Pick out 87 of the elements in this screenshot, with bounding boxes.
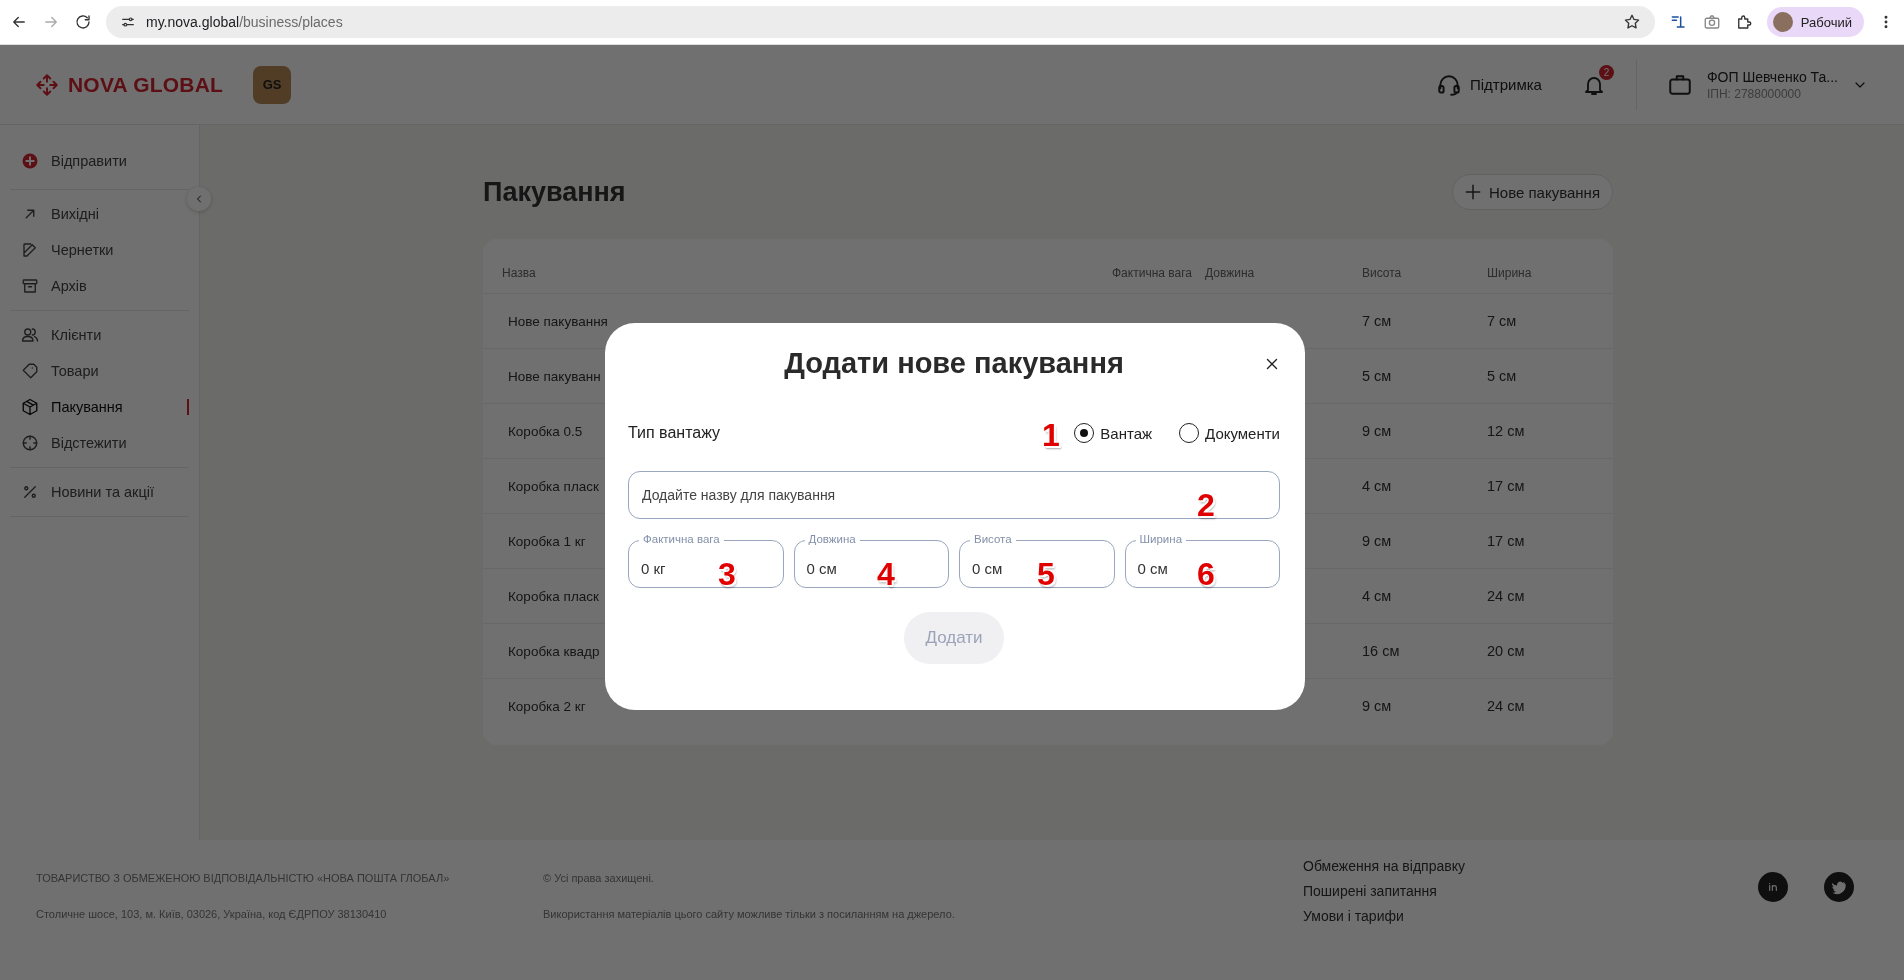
avatar-icon bbox=[1772, 12, 1793, 32]
callout-number: 2 bbox=[1197, 488, 1215, 522]
callout-number: 5 bbox=[1037, 557, 1055, 591]
crosshair-icon bbox=[21, 434, 39, 452]
logo-arrows-icon bbox=[34, 71, 60, 98]
table-cell: 5 см bbox=[1362, 368, 1392, 384]
column-header: Довжина bbox=[1205, 266, 1255, 280]
plus-circle-icon bbox=[21, 152, 39, 170]
footer-link[interactable]: Обмеження на відправку bbox=[1303, 858, 1465, 874]
sidebar-item[interactable]: Товари bbox=[10, 353, 189, 389]
table-cell: 16 см bbox=[1362, 643, 1400, 659]
column-header: Фактична вага bbox=[1112, 266, 1192, 280]
notification-badge: 2 bbox=[1598, 64, 1614, 80]
radio-option[interactable]: Вантаж bbox=[1074, 423, 1153, 443]
bird-glyph-icon bbox=[1831, 879, 1847, 895]
sidebar-item[interactable]: Архів bbox=[10, 268, 189, 304]
table-cell: 9 см bbox=[1362, 698, 1392, 714]
table-cell: 24 см bbox=[1487, 698, 1525, 714]
field-label: Фактична вага bbox=[639, 532, 724, 546]
sidebar-item[interactable]: Клієнти bbox=[10, 317, 189, 353]
table-cell-text: Нове пакування bbox=[507, 313, 608, 329]
callout-number: 4 bbox=[877, 557, 895, 591]
field-label: Ширина bbox=[1135, 532, 1187, 546]
linkedin-icon[interactable] bbox=[1758, 872, 1788, 902]
company-name: ТОВАРИСТВО З ОБМЕЖЕНОЮ ВІДПОВІДАЛЬНІСТЮ «НОВА ПОШТА ГЛОБАЛ» bbox=[36, 872, 451, 884]
column-header: Висота bbox=[1362, 266, 1402, 280]
table-cell-text: Коробка 1 кг bbox=[507, 533, 586, 549]
table-cell-text: Нове пакуванн bbox=[507, 368, 601, 384]
logo[interactable]: NOVA GLOBAL bbox=[34, 71, 224, 98]
table-cell-text: Коробка 0.5 bbox=[507, 423, 583, 439]
footer-link[interactable]: Умови і тарифи bbox=[1303, 908, 1465, 924]
sidebar-item[interactable]: Новини та акції bbox=[10, 474, 189, 510]
support-link[interactable]: Підтримка bbox=[1435, 71, 1542, 98]
archive-box-icon bbox=[21, 277, 39, 295]
table-cell-text: Коробка квадр bbox=[507, 643, 600, 659]
partner-badge[interactable]: GS bbox=[253, 65, 292, 104]
table-cell-text: Коробка пласк bbox=[507, 478, 599, 494]
table-cell: 7 см bbox=[1487, 313, 1517, 329]
dialog-title: Додати нове пакування bbox=[783, 346, 1125, 381]
callout-number: 6 bbox=[1197, 557, 1215, 591]
column-header: Назва bbox=[502, 266, 536, 280]
table-cell: 5 см bbox=[1487, 368, 1517, 384]
new-package-button[interactable]: Нове пакування bbox=[1452, 174, 1613, 210]
reload-icon bbox=[74, 13, 92, 31]
radio-option[interactable]: Документи bbox=[1179, 423, 1280, 443]
footer-link[interactable]: Поширені запитання bbox=[1303, 883, 1465, 899]
table-cell: 4 см bbox=[1362, 588, 1392, 604]
people-icon bbox=[21, 326, 39, 344]
cargo-type-label: Тип вантажу bbox=[628, 424, 722, 442]
sidebar-item[interactable]: Вихідні bbox=[10, 196, 189, 232]
sidebar-item[interactable]: Пакування bbox=[10, 389, 189, 425]
site-settings-icon bbox=[120, 14, 136, 30]
table-cell: 4 см bbox=[1362, 478, 1392, 494]
copyright-text: © Усі права захищені. bbox=[543, 872, 655, 884]
plus-icon bbox=[1463, 182, 1483, 202]
table-cell: 20 см bbox=[1487, 643, 1525, 659]
package-icon bbox=[21, 398, 39, 416]
table-cell: 17 см bbox=[1487, 533, 1525, 549]
table-cell-text: Коробка пласк bbox=[507, 588, 599, 604]
account-name[interactable]: ФОП Шевченко Та... bbox=[1706, 68, 1838, 85]
callout-number: 1 bbox=[1042, 418, 1060, 452]
callout-number: 3 bbox=[718, 557, 736, 591]
star-icon bbox=[1622, 13, 1641, 31]
table-cell: 12 см bbox=[1487, 423, 1525, 439]
field-label: Висота bbox=[970, 532, 1016, 546]
table-cell: 7 см bbox=[1362, 313, 1392, 329]
twitter-icon[interactable] bbox=[1824, 872, 1854, 902]
table-cell: 9 см bbox=[1362, 423, 1392, 439]
company-address: Столичне шосе, 103, м. Київ, 03026, Україна, код ЄДРПОУ 38130410 bbox=[36, 908, 388, 920]
pencil-icon bbox=[21, 241, 39, 259]
profile-button[interactable]: Рабочий bbox=[1766, 7, 1864, 37]
table-cell: 17 см bbox=[1487, 478, 1525, 494]
address-bar[interactable]: my.nova.global/business/places bbox=[106, 6, 1655, 38]
page-title: Пакування bbox=[483, 176, 626, 208]
table-cell: 24 см bbox=[1487, 588, 1525, 604]
camera-icon bbox=[1702, 13, 1721, 31]
field-label: Довжина bbox=[804, 532, 860, 546]
sidebar-item[interactable]: Чернетки bbox=[10, 232, 189, 268]
sidebar-item[interactable]: Відстежити bbox=[10, 425, 189, 461]
logo-text: NOVA GLOBAL bbox=[68, 72, 224, 97]
url-text: my.nova.global/business/places bbox=[146, 14, 343, 30]
percent-icon bbox=[21, 483, 39, 501]
tag-icon bbox=[21, 362, 39, 380]
table-cell-text: Коробка 2 кг bbox=[507, 698, 586, 714]
table-cell: 9 см bbox=[1362, 533, 1392, 549]
sidebar-item[interactable]: Відправити bbox=[10, 139, 189, 183]
column-header: Ширина bbox=[1487, 266, 1532, 280]
